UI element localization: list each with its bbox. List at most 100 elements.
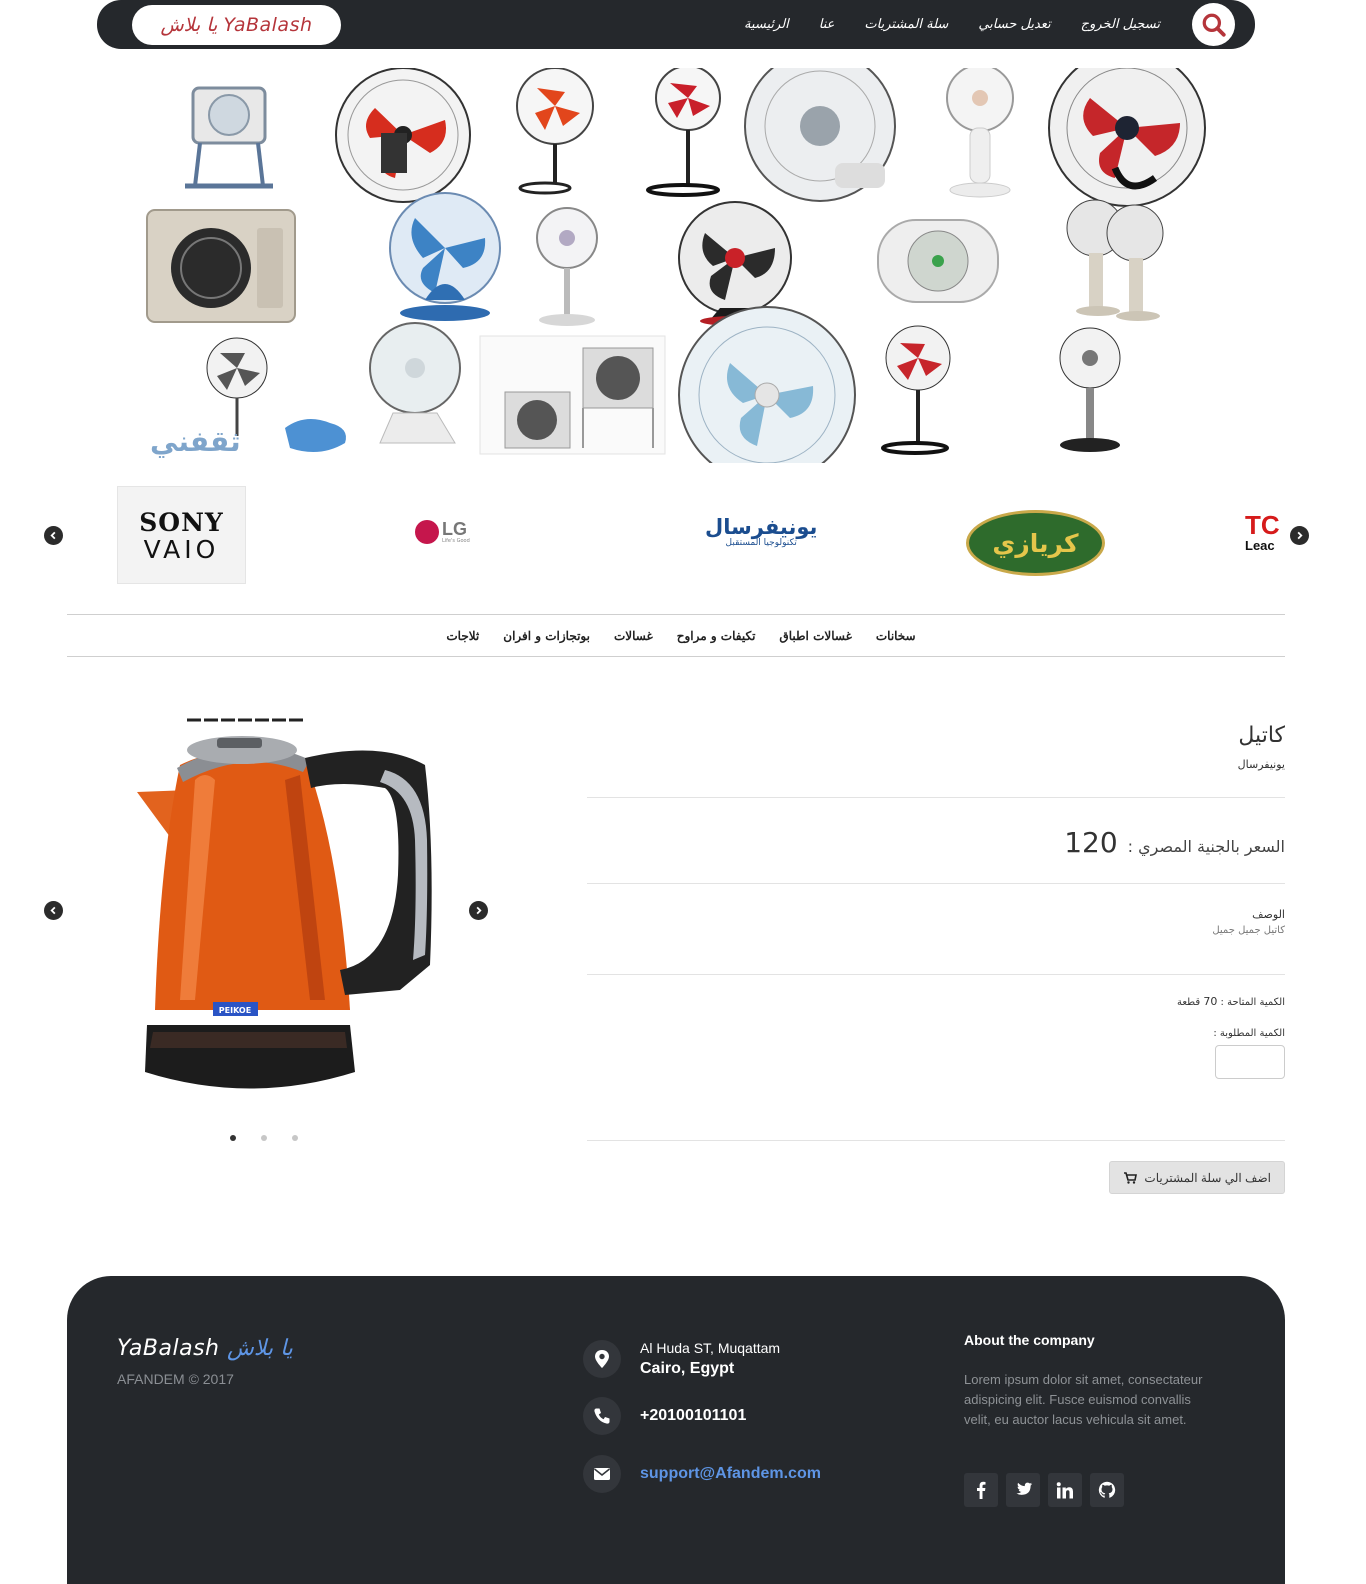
twitter-icon — [1015, 1482, 1032, 1495]
category-ac-fans[interactable]: تكيفات و مراوح — [677, 629, 756, 643]
fan-product-image — [877, 219, 999, 303]
brands-next-button[interactable] — [1290, 526, 1309, 545]
description-label: الوصف — [1252, 908, 1285, 921]
brand-logo-tcl[interactable]: TC Leac — [1245, 512, 1287, 553]
phone-icon — [583, 1397, 621, 1435]
fan-product-image — [744, 50, 896, 202]
available-label: الكمية المتاحة : — [1220, 997, 1285, 1008]
chevron-right-icon — [476, 906, 482, 915]
category-heaters[interactable]: سخانات — [876, 629, 916, 643]
fan-product-image — [516, 67, 594, 195]
brand-logo-kiriazi[interactable]: كريازي — [966, 510, 1105, 576]
footer-phone: +20100101101 — [583, 1397, 746, 1435]
kettle-product-image: PEIKOE — [137, 718, 432, 1089]
vaio-text: VAIO — [143, 534, 220, 564]
tcl-subtitle: Leac — [1245, 538, 1275, 553]
address-line-2: Cairo, Egypt — [640, 1360, 735, 1377]
brands-carousel: SONY VAIO LG Life's Good يونيفرسال تكنول… — [40, 484, 1320, 586]
facebook-icon — [977, 1481, 986, 1499]
footer-address: Al Huda ST, Muqattam Cairo, Egypt — [583, 1340, 780, 1378]
product-image-slider: PEIKOE — [40, 710, 495, 1150]
product-brand: يونيفرسال — [1237, 758, 1285, 771]
divider — [587, 1140, 1285, 1141]
about-text: Lorem ipsum dolor sit amet, consectateur… — [964, 1372, 1203, 1427]
available-unit: قطعة — [1177, 997, 1201, 1008]
category-fridges[interactable]: ثلاجات — [446, 629, 479, 643]
twitter-link[interactable] — [1006, 1473, 1040, 1507]
chevron-left-icon — [50, 906, 56, 915]
linkedin-icon — [1056, 1481, 1073, 1498]
category-dishwashers[interactable]: غسالات اطباق — [779, 629, 851, 643]
about-company: About the company Lorem ipsum dolor sit … — [964, 1332, 1209, 1430]
price-label: السعر بالجنية المصري : — [1127, 837, 1285, 856]
nav-edit-account[interactable]: تعديل حسابي — [978, 17, 1050, 32]
divider — [587, 974, 1285, 975]
brand-logo-sony[interactable]: SONY VAIO — [117, 486, 246, 584]
map-marker-icon — [583, 1340, 621, 1378]
about-title: About the company — [964, 1332, 1095, 1348]
footer-logo-ar: يا بلاش — [226, 1336, 293, 1361]
brand-logo-lg[interactable]: LG Life's Good — [415, 520, 470, 544]
phone-number[interactable]: +20100101101 — [640, 1407, 746, 1425]
watermark-text: ثقفني — [150, 425, 241, 458]
fan-product-image — [536, 207, 598, 326]
fan-product-image — [646, 65, 721, 197]
nav-links: تسجيل الخروج تعديل حسابي سلة المشتريات ع… — [744, 0, 1160, 49]
add-to-cart-button[interactable]: اضف الي سلة المشتريات — [1109, 1161, 1285, 1194]
quantity-input[interactable] — [1215, 1045, 1285, 1079]
envelope-icon — [583, 1455, 621, 1493]
fan-product-image — [1059, 327, 1121, 452]
fan-product-image — [479, 335, 666, 455]
lg-circle-icon — [415, 520, 439, 544]
address-line-1: Al Huda ST, Muqattam — [640, 1340, 781, 1356]
slider-indicators — [230, 1135, 298, 1141]
nav-about[interactable]: عنا — [819, 17, 835, 32]
category-washers[interactable]: غسالات — [614, 629, 653, 643]
slider-dot-1[interactable] — [230, 1135, 236, 1141]
footer-copyright: AFANDEM © 2017 — [117, 1371, 234, 1387]
chevron-right-icon — [1297, 531, 1303, 540]
fan-product-image — [185, 86, 273, 189]
brand-logo[interactable]: يا بلاش YaBalash — [132, 5, 341, 45]
category-stoves-ovens[interactable]: بوتجازات و افران — [503, 629, 590, 643]
brand-logo-text: يا بلاش YaBalash — [160, 14, 313, 36]
fan-product-image — [946, 64, 1014, 198]
footer-email: support@Afandem.com — [583, 1455, 821, 1493]
fan-product-image: ثقفني — [150, 337, 346, 458]
slider-dot-3[interactable] — [292, 1135, 298, 1141]
tcl-text: TC — [1245, 512, 1280, 540]
kettle-brand-label: PEIKOE — [219, 1006, 251, 1015]
facebook-link[interactable] — [964, 1473, 998, 1507]
universal-text: يونيفرسال — [705, 515, 818, 539]
slider-dot-2[interactable] — [261, 1135, 267, 1141]
product-details: كاتيل يونيفرسال السعر بالجنية المصري : 1… — [587, 715, 1285, 1194]
kiriazi-text: كريازي — [992, 528, 1079, 558]
nav-logout[interactable]: تسجيل الخروج — [1081, 17, 1160, 32]
universal-subtitle: تكنولوجيا المستقبل — [725, 538, 797, 548]
lg-text: LG — [442, 519, 467, 539]
price-value: 120 — [1064, 826, 1118, 859]
footer-logo[interactable]: YaBalash يا بلاش — [117, 1336, 293, 1361]
divider — [587, 797, 1285, 798]
slider-prev-button[interactable] — [44, 901, 63, 920]
brand-logo-universal[interactable]: يونيفرسال تكنولوجيا المستقبل — [705, 516, 817, 548]
email-link[interactable]: support@Afandem.com — [640, 1465, 821, 1483]
brands-prev-button[interactable] — [44, 526, 63, 545]
fan-product-image — [389, 192, 501, 321]
search-button[interactable] — [1192, 3, 1235, 46]
available-quantity: الكمية المتاحة : 70 قطعة — [587, 995, 1285, 1008]
product-title: كاتيل — [1238, 723, 1285, 748]
top-navbar: يا بلاش YaBalash تسجيل الخروج تعديل حساب… — [97, 0, 1255, 49]
available-value: 70 — [1203, 995, 1218, 1008]
social-links — [964, 1473, 1124, 1507]
nav-home[interactable]: الرئيسية — [744, 17, 789, 32]
footer-logo-en: YaBalash — [117, 1336, 220, 1361]
footer: YaBalash يا بلاش AFANDEM © 2017 Al Huda … — [67, 1276, 1285, 1584]
slider-next-button[interactable] — [469, 901, 488, 920]
github-link[interactable] — [1090, 1473, 1124, 1507]
nav-cart[interactable]: سلة المشتريات — [864, 17, 948, 32]
fan-product-image — [146, 209, 296, 323]
fan-product-image — [369, 322, 461, 444]
price-row: السعر بالجنية المصري : 120 — [587, 826, 1285, 859]
linkedin-link[interactable] — [1048, 1473, 1082, 1507]
